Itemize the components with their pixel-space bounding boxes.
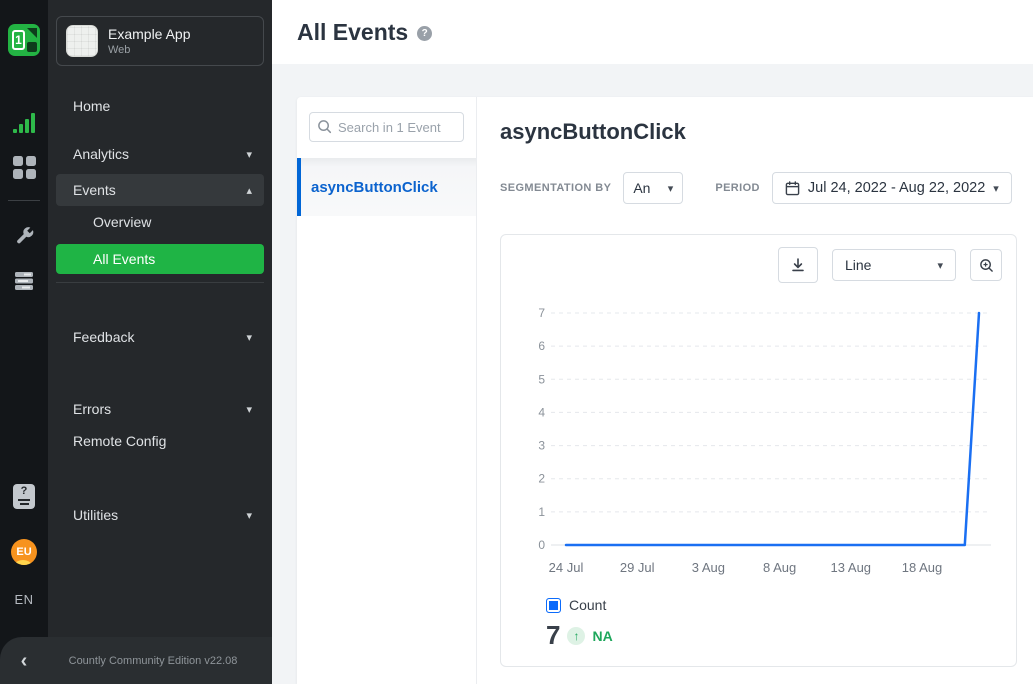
event-list-panel: asyncButtonClick [297,97,477,684]
svg-text:13 Aug: 13 Aug [831,560,872,575]
svg-text:7: 7 [538,306,545,320]
segmentation-dropdown[interactable]: An ▾ [623,172,683,204]
sidebar-footer-bar: ‹ Countly Community Edition v22.08 [0,637,272,684]
app-platform: Web [108,44,191,56]
chevron-down-icon: ▾ [993,182,999,195]
chart-legend: Count 7 ↑ NA [546,597,613,651]
sidebar-item-home[interactable]: Home [48,90,272,122]
svg-text:4: 4 [538,405,545,419]
svg-text:24 Jul: 24 Jul [549,560,584,575]
help-icon[interactable]: ? [417,26,432,41]
svg-text:5: 5 [538,372,545,386]
chart-card: Line ▾ 0 1 2 3 4 5 6 7 24 Jul 29 Jul 3 Aug 8 Aug 13 … [500,234,1017,667]
svg-text:1: 1 [538,505,545,519]
event-detail-panel: asyncButtonClick SEGMENTATION BY An ▾ PE… [477,97,1033,684]
zoom-in-icon [979,258,994,273]
version-text: Countly Community Edition v22.08 [48,655,272,667]
chevron-up-icon: ▴ [246,184,252,197]
event-list-item-selected[interactable]: asyncButtonClick [297,158,476,216]
legend-count-checkbox[interactable] [546,598,561,613]
svg-text:2: 2 [538,472,545,486]
chevron-down-icon: ▾ [937,259,943,272]
countly-logo-icon[interactable]: 1 [0,24,48,56]
app-selector[interactable]: Example App Web [56,16,264,66]
collapse-sidebar-icon[interactable]: ‹ [0,651,48,671]
download-icon [790,257,806,273]
sidebar-item-utilities[interactable]: Utilities ▾ [48,499,272,531]
download-chart-button[interactable] [778,247,818,283]
wrench-icon[interactable] [0,224,48,246]
app-icon [66,25,98,57]
help-guide-icon[interactable]: ? [0,484,48,509]
chart-zoom-button[interactable] [970,249,1002,281]
database-servers-icon[interactable] [0,269,48,293]
calendar-icon [785,181,800,196]
svg-text:29 Jul: 29 Jul [620,560,655,575]
chevron-down-icon: ▾ [246,331,252,344]
sidebar-item-overview[interactable]: Overview [48,206,272,238]
legend-series-label: Count [569,597,606,613]
sidebar: Example App Web Home Analytics ▾ Events … [48,0,272,684]
sidebar-item-remote-config[interactable]: Remote Config [48,425,272,457]
line-chart[interactable]: 0 1 2 3 4 5 6 7 24 Jul 29 Jul 3 Aug 8 Aug 13 Aug 18 A… [509,285,1009,585]
analytics-barchart-icon[interactable] [0,113,48,133]
chevron-down-icon: ▾ [246,509,252,522]
svg-text:8 Aug: 8 Aug [763,560,796,575]
period-label: PERIOD [715,182,760,194]
event-title: asyncButtonClick [500,119,1017,145]
trend-up-icon: ↑ [567,627,585,645]
svg-text:3 Aug: 3 Aug [692,560,725,575]
sidebar-item-feedback[interactable]: Feedback ▾ [48,321,272,353]
rail-divider [0,200,48,201]
chart-type-dropdown[interactable]: Line ▾ [832,249,956,281]
sidebar-item-events[interactable]: Events ▴ [56,174,264,206]
sidebar-item-analytics[interactable]: Analytics ▾ [48,138,272,170]
event-search-input[interactable] [309,112,464,142]
chevron-down-icon: ▾ [668,182,674,195]
sidebar-item-all-events[interactable]: All Events [56,244,264,274]
trend-change-value: NA [592,628,612,644]
svg-text:18 Aug: 18 Aug [902,560,943,575]
icon-rail: 1 ? EU EN [0,0,48,684]
sidebar-item-errors[interactable]: Errors ▾ [48,393,272,425]
svg-text:6: 6 [538,339,545,353]
svg-text:3: 3 [538,439,545,453]
apps-grid-icon[interactable] [0,156,48,179]
chevron-down-icon: ▾ [246,148,252,161]
language-selector[interactable]: EN [0,592,48,607]
svg-text:0: 0 [538,538,545,552]
app-name: Example App [108,26,191,42]
segmentation-label: SEGMENTATION BY [500,182,611,194]
page-header: All Events ? [272,0,1033,64]
sidebar-divider [56,282,264,283]
user-avatar[interactable]: EU [0,539,48,565]
all-events-card: asyncButtonClick asyncButtonClick SEGMEN… [297,97,1033,684]
page-title: All Events [297,19,408,46]
content-area: asyncButtonClick asyncButtonClick SEGMEN… [272,64,1033,684]
date-range-picker[interactable]: Jul 24, 2022 - Aug 22, 2022 ▾ [772,172,1012,204]
chevron-down-icon: ▾ [246,403,252,416]
search-icon [317,119,332,134]
total-count-value: 7 [546,620,560,651]
